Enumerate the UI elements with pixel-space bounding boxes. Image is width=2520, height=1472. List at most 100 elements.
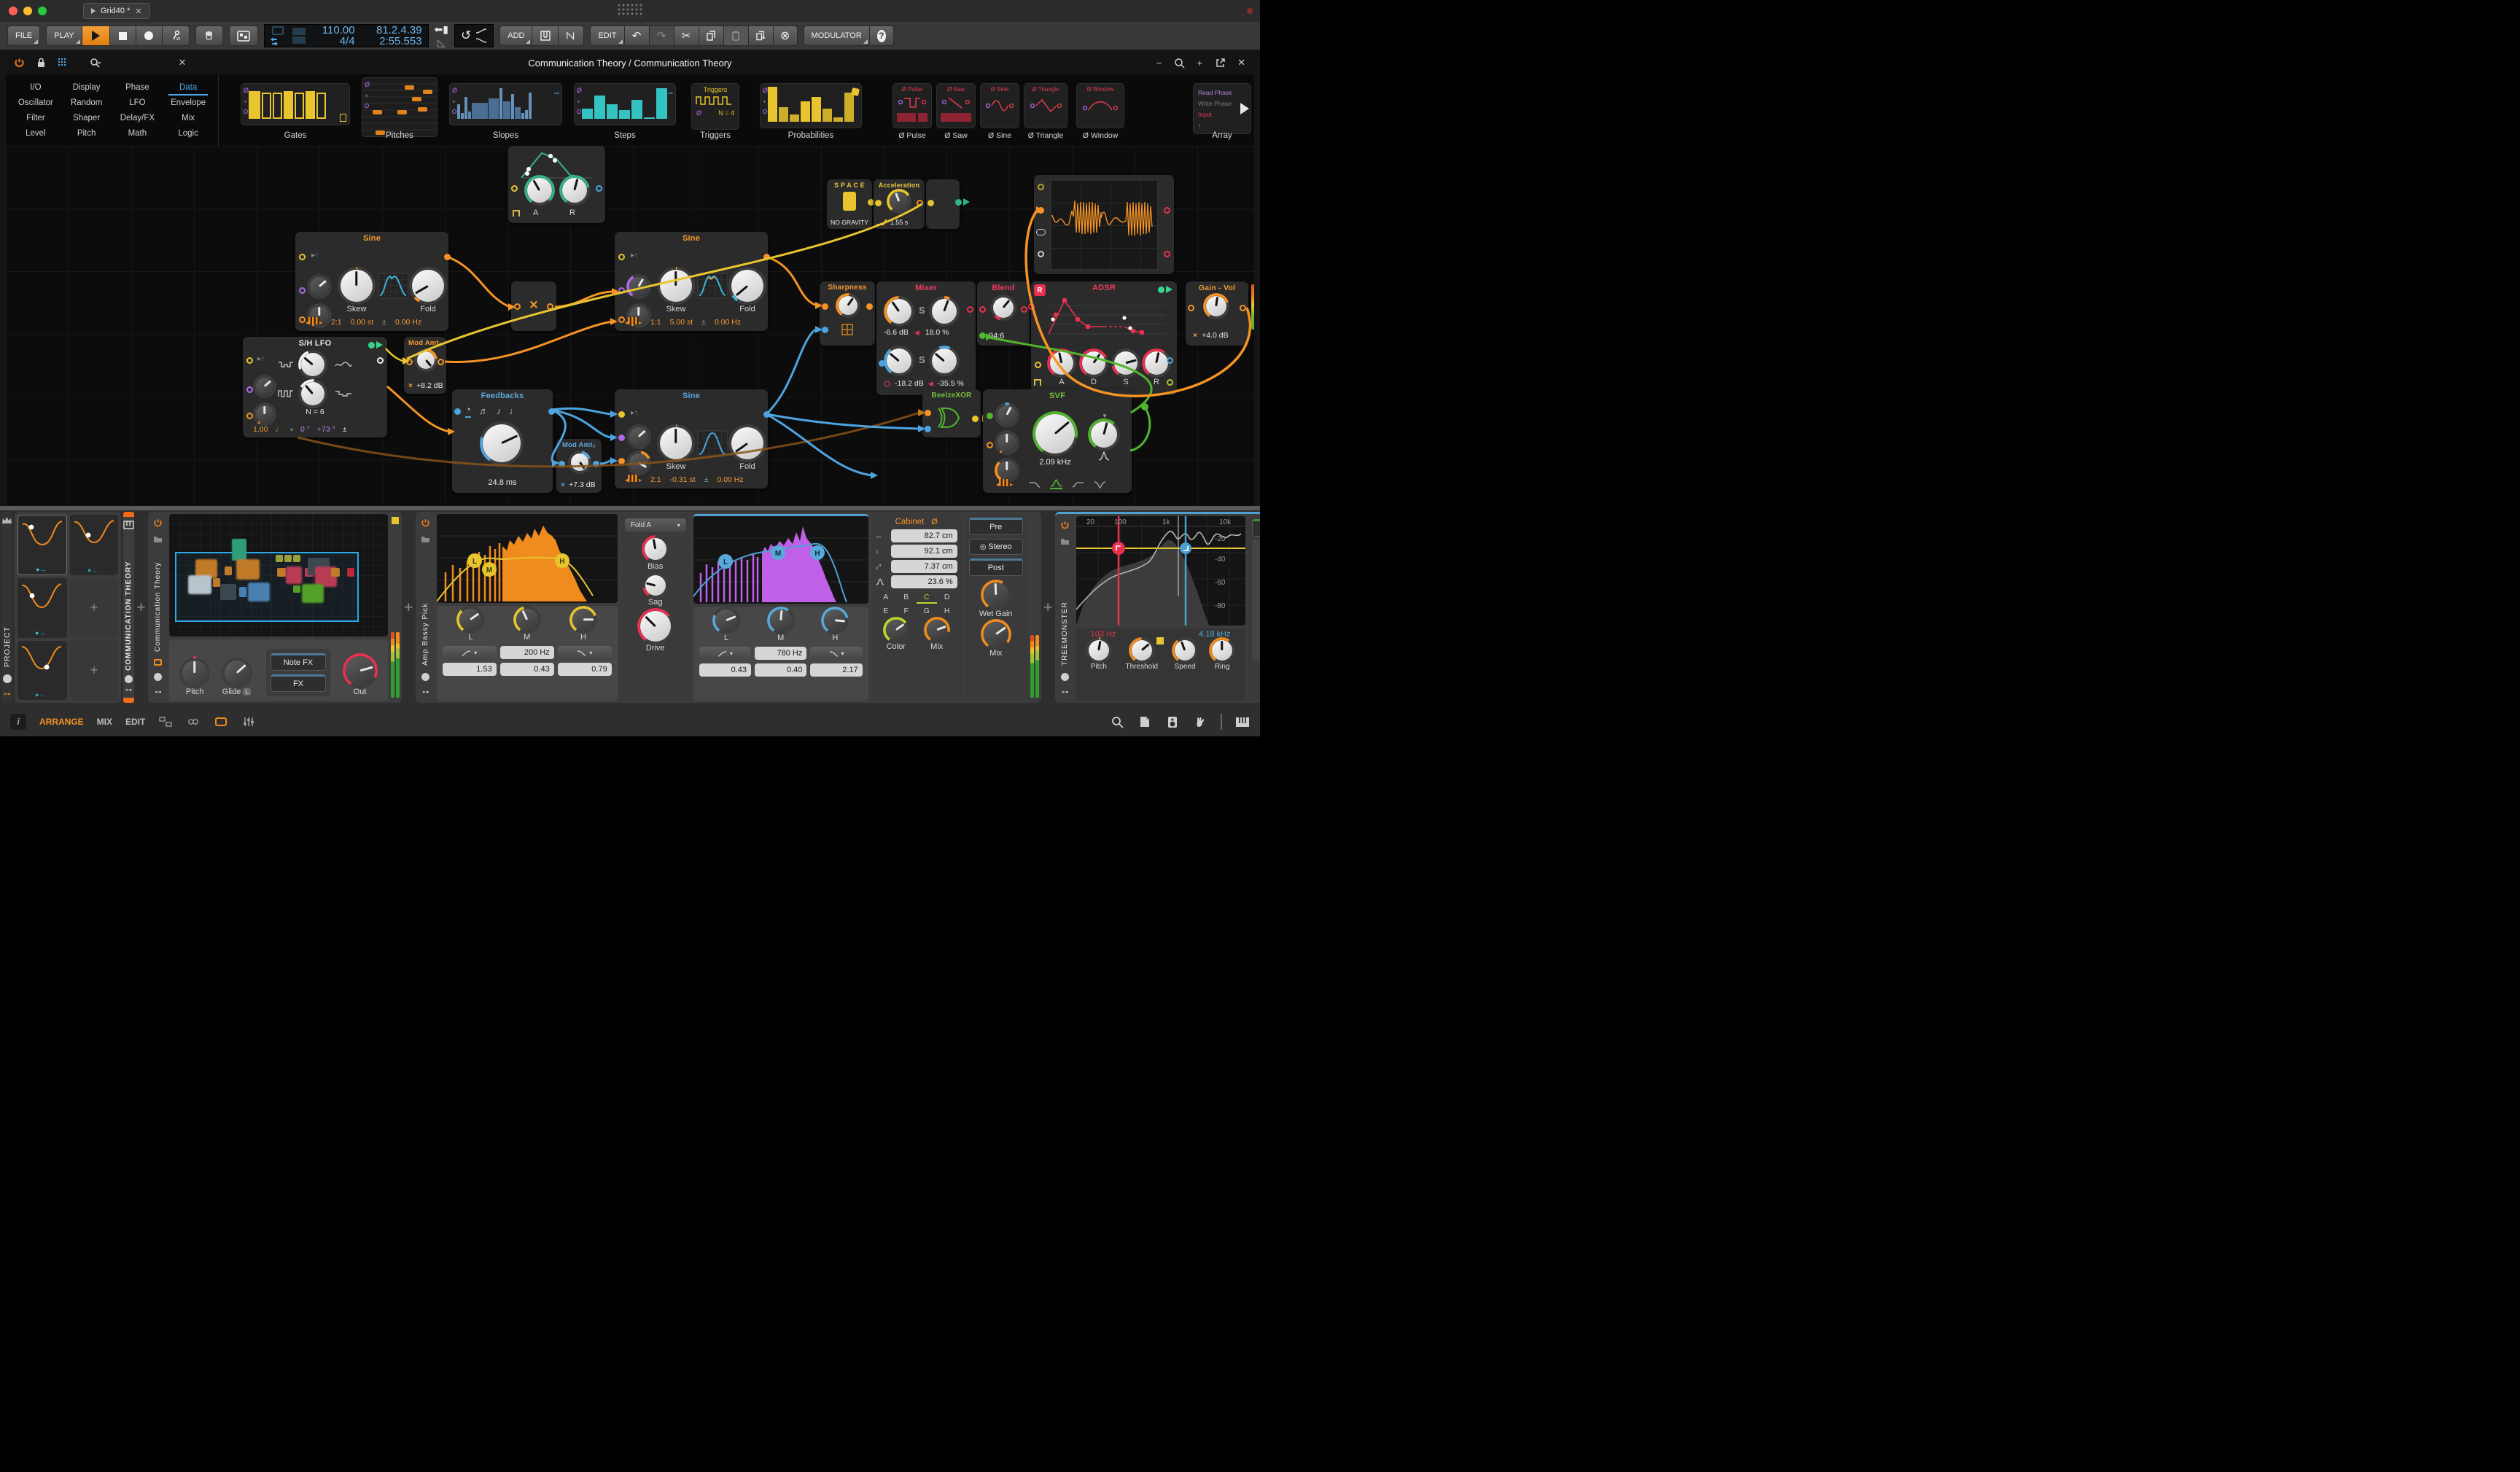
feedbacks-value[interactable]: 24.8 ms — [452, 478, 553, 487]
node-ar-envelope[interactable]: A R — [508, 146, 605, 223]
ar-out-port[interactable] — [596, 185, 602, 192]
help-button[interactable]: ? — [868, 26, 894, 46]
module-card-phase-pulse[interactable]: Ø Pulse — [892, 83, 932, 128]
add-menu-button[interactable]: ADD — [499, 26, 532, 46]
modamt2-in-port[interactable] — [559, 461, 565, 467]
cab-variant-e[interactable]: E — [876, 607, 896, 615]
category-data[interactable]: Data — [163, 83, 214, 96]
shlfo-phase-port[interactable] — [246, 413, 253, 419]
cab-width-field[interactable]: 82.7 cm — [890, 529, 957, 542]
modamt2-value[interactable]: +7.3 dB — [569, 480, 596, 489]
mixer-gain2-knob[interactable] — [884, 346, 914, 376]
multiply-out-port[interactable] — [547, 303, 553, 310]
category-shaper[interactable]: Shaper — [61, 114, 112, 122]
adsr-mod1-port[interactable] — [1167, 357, 1173, 364]
browser-search-icon[interactable] — [1110, 714, 1124, 729]
track-knob-icon[interactable] — [125, 675, 133, 683]
blend-in-port[interactable] — [979, 306, 986, 313]
shlfo-n-value[interactable]: N = 6 — [243, 408, 387, 416]
mixer-gain1-value[interactable]: -6.6 dB — [884, 328, 909, 337]
modulator-cell-4[interactable]: ●→ — [18, 640, 67, 700]
feedbacks-mode-time-icon[interactable]: ◔ — [465, 404, 471, 418]
post-button[interactable]: Post — [968, 558, 1023, 576]
loop-icon[interactable]: ↺ — [461, 28, 471, 43]
modulator-add-cell-2[interactable]: + — [70, 640, 118, 700]
cab-m-knob[interactable] — [766, 607, 795, 634]
mixer-gain1-knob[interactable] — [884, 296, 914, 327]
cut-button[interactable]: ✂ — [673, 26, 699, 46]
adsr-d-knob[interactable] — [1079, 348, 1108, 378]
feedbacks-mode-16th-icon[interactable]: ♬ — [479, 405, 489, 416]
ct-glide-knob[interactable] — [221, 658, 252, 688]
adsr-gate-port[interactable] — [1035, 362, 1041, 368]
cab-l-knob[interactable] — [712, 607, 741, 634]
svf-cutoff-value[interactable]: 2.09 kHz — [1028, 458, 1082, 467]
sine2-hz[interactable]: 0.00 Hz — [715, 318, 741, 327]
grid-canvas[interactable]: A R S P A C E NO GRAVITY Acceleration 1.… — [6, 146, 1254, 506]
node-beelzexor[interactable]: BeelzeXOR — [922, 389, 988, 437]
shlfo-n-knob[interactable] — [298, 379, 327, 408]
blend-value[interactable]: 94:6 — [989, 332, 1004, 340]
sine3-ratio[interactable]: 2:1 — [650, 475, 661, 484]
sine2-ratio[interactable]: 1:1 — [650, 318, 661, 327]
tree-speed-knob[interactable] — [1172, 637, 1199, 663]
mixer-pan2-value[interactable]: -35.5 % — [938, 379, 964, 388]
cab-variant-g[interactable]: G — [917, 607, 937, 615]
shlfo-sync-note[interactable]: ♩ — [275, 425, 283, 434]
adsr-mod-out[interactable] — [1158, 286, 1172, 293]
mixer-solo2[interactable]: S — [919, 354, 925, 365]
node-sine-3[interactable]: Sine ▸↑ Skew Fold ◂ ▸ 2:1 -0.31 st ± 0.00… — [615, 389, 770, 488]
amp-power-icon[interactable] — [421, 518, 430, 528]
svf-resonance-knob[interactable] — [1088, 418, 1120, 451]
ct-out-knob[interactable] — [342, 653, 378, 688]
category-lfo[interactable]: LFO — [112, 98, 163, 107]
mixer-pan1-knob[interactable] — [929, 296, 960, 327]
tree-wetfx-button[interactable]: Wet FX — [1251, 519, 1260, 537]
arrange-view-button[interactable]: ARRANGE — [39, 717, 84, 727]
module-card-phase-triangle[interactable]: Ø Triangle — [1024, 83, 1068, 128]
sine3-retrig-port[interactable] — [618, 411, 625, 418]
ct-power-icon[interactable] — [153, 518, 163, 528]
gainvol-in-port[interactable] — [1188, 305, 1194, 311]
svf-cutoffmod-knob[interactable] — [995, 430, 1019, 455]
cab-m-gain-field[interactable]: 0.40 — [755, 663, 807, 677]
module-card-phase-saw[interactable]: Ø Saw — [936, 83, 976, 128]
shlfo-out-port[interactable] — [377, 357, 384, 364]
ar-attack-knob[interactable] — [524, 175, 555, 206]
zoom-in-icon[interactable]: + — [1197, 58, 1203, 69]
sine2-fold-knob[interactable] — [728, 267, 766, 305]
stereo-button[interactable]: ◎ Stereo — [968, 539, 1023, 555]
cab-mix-knob[interactable] — [923, 617, 950, 643]
gainvol-knob[interactable] — [1203, 293, 1229, 319]
shlfo-shape-knob[interactable] — [298, 350, 327, 379]
fade-in-icon[interactable] — [475, 28, 487, 34]
amp-l-gain-field[interactable]: 1.53 — [442, 663, 497, 676]
adsr-in-port[interactable] — [1028, 303, 1035, 310]
zoom-out-icon[interactable]: − — [1156, 58, 1162, 69]
cabinet-phase-icon[interactable]: Ø — [931, 518, 938, 526]
node-svf[interactable]: SVF ◂ ▸ 2.09 kHz ▼ — [983, 389, 1151, 493]
node-acceleration[interactable]: Acceleration 1.55 s — [874, 179, 925, 229]
stop-button[interactable] — [109, 26, 136, 46]
ct-grid-overview[interactable] — [168, 514, 388, 636]
module-card-phase-window[interactable]: Ø Window — [1076, 83, 1124, 128]
svf-cutoffmod-port[interactable] — [987, 442, 993, 448]
sine1-out-port[interactable] — [444, 254, 451, 260]
node-sharpness[interactable]: Sharpness — [820, 281, 875, 346]
tree-routing-icon[interactable]: ⊶ — [1062, 688, 1068, 696]
track-strip-communication-theory[interactable]: COMMUNICATION THEORY ⊶ — [123, 512, 134, 703]
amp-h-gain-field[interactable]: 0.79 — [557, 663, 612, 676]
ar-gate-in-port[interactable] — [511, 185, 518, 192]
info-icon[interactable]: i — [10, 714, 26, 730]
mute1-icon[interactable]: ◀ — [914, 329, 919, 337]
blend-knob[interactable] — [990, 295, 1016, 321]
mixer-pan1-value[interactable]: 18.0 % — [925, 328, 949, 337]
sine2-out-port[interactable] — [763, 254, 770, 260]
space-pad[interactable] — [843, 192, 856, 211]
amp-spectrum-display[interactable]: L M H — [436, 514, 618, 603]
sine3-skew-knob[interactable] — [657, 424, 695, 462]
amp-h-knob[interactable] — [569, 606, 598, 634]
category-phase[interactable]: Phase — [112, 83, 163, 92]
file-browser-icon[interactable] — [1138, 714, 1152, 729]
add-device-slot-3[interactable]: + — [1043, 512, 1053, 703]
